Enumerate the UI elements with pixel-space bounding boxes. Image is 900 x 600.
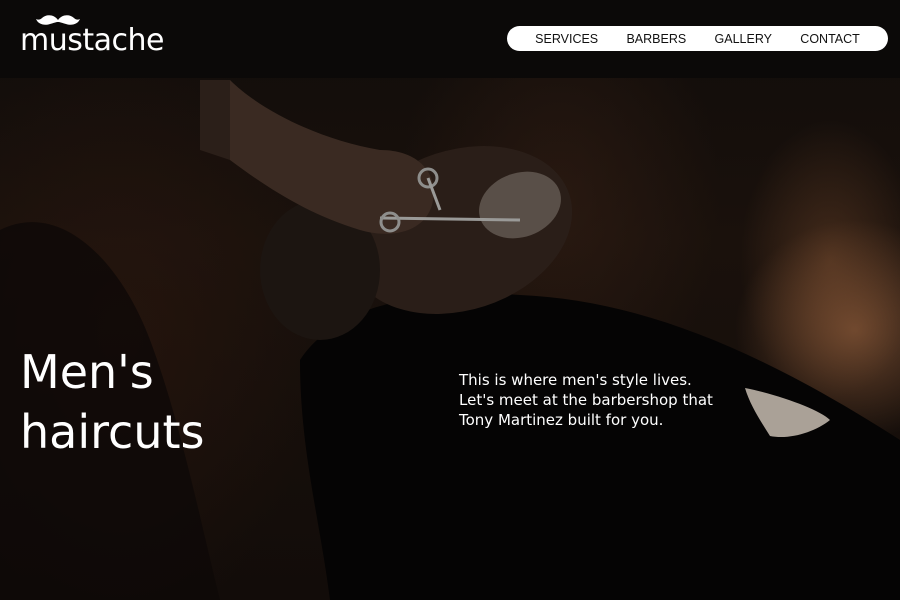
- hero-tagline-line2: Let's meet at the barbershop that: [459, 391, 713, 409]
- hero-tagline: This is where men's style lives. Let's m…: [459, 370, 749, 430]
- hero-background-photo: [0, 0, 900, 600]
- nav-gallery-link[interactable]: GALLERY: [715, 32, 772, 46]
- hero-tagline-line1: This is where men's style lives.: [459, 371, 692, 389]
- brand-logo[interactable]: mustache: [20, 14, 170, 58]
- barber-photo-illustration: [0, 80, 900, 600]
- nav-barbers-link[interactable]: BARBERS: [626, 32, 686, 46]
- brand-name: mustache: [20, 23, 164, 58]
- main-nav: SERVICES BARBERS GALLERY CONTACT: [507, 26, 888, 51]
- nav-contact-link[interactable]: CONTACT: [800, 32, 860, 46]
- hero-headline-line1: Men's: [20, 345, 154, 399]
- hero-tagline-line3: Tony Martinez built for you.: [459, 411, 664, 429]
- hero-headline: Men's haircuts: [20, 342, 280, 462]
- nav-services-link[interactable]: SERVICES: [535, 32, 598, 46]
- hero-headline-line2: haircuts: [20, 405, 205, 459]
- site-header: mustache SERVICES BARBERS GALLERY CONTAC…: [0, 0, 900, 78]
